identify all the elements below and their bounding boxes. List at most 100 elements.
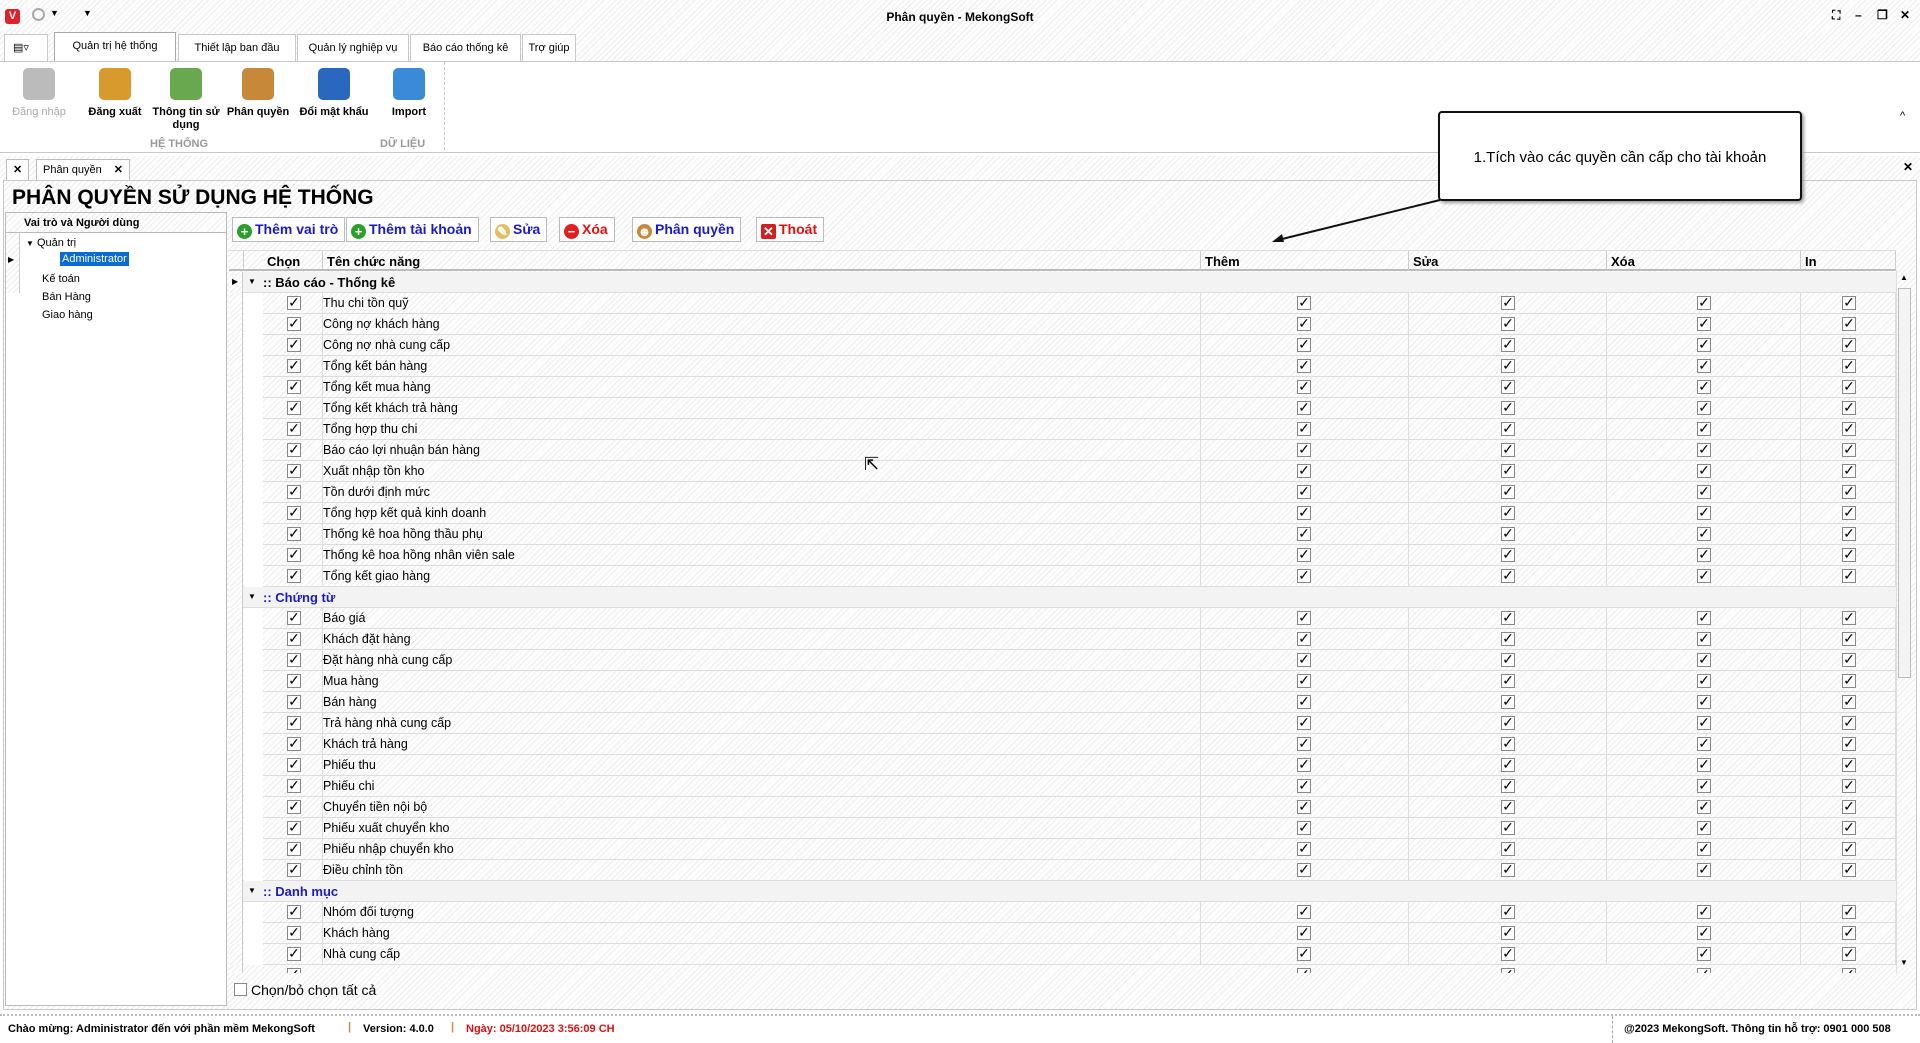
checkbox-them[interactable]: ✓ xyxy=(1297,484,1311,499)
column-header-3[interactable]: Sửa xyxy=(1409,251,1607,271)
checkbox-them[interactable]: ✓ xyxy=(1297,631,1311,646)
checkbox-in[interactable]: ✓ xyxy=(1842,862,1856,877)
ribbon-button-1[interactable]: Đăng xuất xyxy=(79,68,151,119)
checkbox-chon[interactable]: ✓ xyxy=(287,841,301,856)
checkbox-them[interactable]: ✓ xyxy=(1297,946,1311,961)
checkbox-sua[interactable]: ✓ xyxy=(1501,421,1515,436)
group-row[interactable]: ▼:: Chứng từ xyxy=(229,587,1896,608)
checkbox-xoa[interactable]: ✓ xyxy=(1697,484,1711,499)
tab-phan-quyen[interactable]: Phân quyền ✕ xyxy=(36,159,130,180)
checkbox-chon[interactable]: ✓ xyxy=(287,715,301,730)
checkbox-sua[interactable]: ✓ xyxy=(1501,610,1515,625)
checkbox-sua[interactable]: ✓ xyxy=(1501,568,1515,583)
checkbox-them[interactable]: ✓ xyxy=(1297,694,1311,709)
checkbox-chon[interactable]: ✓ xyxy=(287,967,301,973)
checkbox-sua[interactable]: ✓ xyxy=(1501,484,1515,499)
checkbox-sua[interactable]: ✓ xyxy=(1501,442,1515,457)
checkbox-xoa[interactable]: ✓ xyxy=(1697,610,1711,625)
ribbon-tab-0[interactable]: Quản trị hệ thống xyxy=(54,32,176,62)
checkbox-chon[interactable]: ✓ xyxy=(287,337,301,352)
toolbar-button-5[interactable]: ✕ Thoát xyxy=(756,217,825,242)
checkbox-in[interactable]: ✓ xyxy=(1842,505,1856,520)
scroll-down-icon[interactable]: ▼ xyxy=(1900,958,1908,967)
checkbox-sua[interactable]: ✓ xyxy=(1501,757,1515,772)
checkbox-xoa[interactable]: ✓ xyxy=(1697,631,1711,646)
checkbox-chon[interactable]: ✓ xyxy=(287,484,301,499)
checkbox-sua[interactable]: ✓ xyxy=(1501,631,1515,646)
column-header-0[interactable]: Chọn xyxy=(263,251,323,271)
checkbox-in[interactable]: ✓ xyxy=(1842,358,1856,373)
checkbox-them[interactable]: ✓ xyxy=(1297,379,1311,394)
checkbox-in[interactable]: ✓ xyxy=(1842,673,1856,688)
toolbar-button-4[interactable]: ☻ Phân quyền xyxy=(632,217,742,242)
checkbox-sua[interactable]: ✓ xyxy=(1501,505,1515,520)
checkbox-them[interactable]: ✓ xyxy=(1297,904,1311,919)
checkbox-xoa[interactable]: ✓ xyxy=(1697,568,1711,583)
collapse-ribbon-icon[interactable]: ^ xyxy=(1900,110,1905,122)
checkbox-them[interactable]: ✓ xyxy=(1297,652,1311,667)
checkbox-sua[interactable]: ✓ xyxy=(1501,862,1515,877)
select-all-checkbox[interactable] xyxy=(234,983,247,996)
checkbox-chon[interactable]: ✓ xyxy=(287,610,301,625)
close-tab-icon[interactable]: ✕ xyxy=(114,160,123,180)
checkbox-sua[interactable]: ✓ xyxy=(1501,463,1515,478)
checkbox-xoa[interactable]: ✓ xyxy=(1697,379,1711,394)
group-row[interactable]: ▼:: Danh mục xyxy=(229,881,1896,902)
close-all-tabs-icon[interactable]: ✕ xyxy=(6,159,30,180)
checkbox-sua[interactable]: ✓ xyxy=(1501,337,1515,352)
checkbox-them[interactable]: ✓ xyxy=(1297,673,1311,688)
checkbox-them[interactable]: ✓ xyxy=(1297,820,1311,835)
checkbox-in[interactable]: ✓ xyxy=(1842,337,1856,352)
checkbox-xoa[interactable]: ✓ xyxy=(1697,463,1711,478)
checkbox-sua[interactable]: ✓ xyxy=(1501,379,1515,394)
checkbox-in[interactable]: ✓ xyxy=(1842,904,1856,919)
checkbox-sua[interactable]: ✓ xyxy=(1501,316,1515,331)
checkbox-xoa[interactable]: ✓ xyxy=(1697,904,1711,919)
ribbon-menu-icon[interactable]: ▤▿ xyxy=(4,34,48,61)
checkbox-them[interactable]: ✓ xyxy=(1297,421,1311,436)
scroll-up-icon[interactable]: ▲ xyxy=(1900,273,1908,282)
ribbon-button-0[interactable]: Đăng nhập xyxy=(3,68,75,119)
checkbox-them[interactable]: ✓ xyxy=(1297,526,1311,541)
maximize-icon[interactable]: ❐ xyxy=(1877,8,1888,22)
ribbon-button-4[interactable]: Đổi mật khẩu xyxy=(298,68,370,119)
checkbox-xoa[interactable]: ✓ xyxy=(1697,337,1711,352)
checkbox-xoa[interactable]: ✓ xyxy=(1697,946,1711,961)
checkbox-xoa[interactable]: ✓ xyxy=(1697,505,1711,520)
checkbox-xoa[interactable]: ✓ xyxy=(1697,526,1711,541)
checkbox-sua[interactable]: ✓ xyxy=(1501,400,1515,415)
checkbox-chon[interactable]: ✓ xyxy=(287,862,301,877)
checkbox-chon[interactable]: ✓ xyxy=(287,757,301,772)
checkbox-in[interactable]: ✓ xyxy=(1842,652,1856,667)
checkbox-them[interactable]: ✓ xyxy=(1297,715,1311,730)
checkbox-sua[interactable]: ✓ xyxy=(1501,673,1515,688)
checkbox-sua[interactable]: ✓ xyxy=(1501,547,1515,562)
column-header-5[interactable]: In xyxy=(1801,251,1896,271)
checkbox-xoa[interactable]: ✓ xyxy=(1697,778,1711,793)
checkbox-them[interactable]: ✓ xyxy=(1297,316,1311,331)
checkbox-in[interactable]: ✓ xyxy=(1842,715,1856,730)
checkbox-xoa[interactable]: ✓ xyxy=(1697,442,1711,457)
checkbox-xoa[interactable]: ✓ xyxy=(1697,799,1711,814)
checkbox-in[interactable]: ✓ xyxy=(1842,400,1856,415)
checkbox-them[interactable]: ✓ xyxy=(1297,778,1311,793)
checkbox-in[interactable]: ✓ xyxy=(1842,799,1856,814)
checkbox-xoa[interactable]: ✓ xyxy=(1697,694,1711,709)
checkbox-sua[interactable]: ✓ xyxy=(1501,946,1515,961)
checkbox-in[interactable]: ✓ xyxy=(1842,631,1856,646)
checkbox-chon[interactable]: ✓ xyxy=(287,463,301,478)
checkbox-them[interactable]: ✓ xyxy=(1297,547,1311,562)
checkbox-chon[interactable]: ✓ xyxy=(287,568,301,583)
checkbox-them[interactable]: ✓ xyxy=(1297,610,1311,625)
checkbox-chon[interactable]: ✓ xyxy=(287,736,301,751)
checkbox-in[interactable]: ✓ xyxy=(1842,526,1856,541)
checkbox-in[interactable]: ✓ xyxy=(1842,778,1856,793)
checkbox-sua[interactable]: ✓ xyxy=(1501,715,1515,730)
tree-node-ke-toan[interactable]: Kế toán xyxy=(42,273,80,285)
column-header-2[interactable]: Thêm xyxy=(1201,251,1409,271)
checkbox-them[interactable]: ✓ xyxy=(1297,442,1311,457)
checkbox-them[interactable]: ✓ xyxy=(1297,463,1311,478)
scroll-thumb[interactable] xyxy=(1898,288,1911,678)
checkbox-sua[interactable]: ✓ xyxy=(1501,694,1515,709)
tree-node-quan-tri[interactable]: ▼ Quản trị xyxy=(26,237,76,249)
